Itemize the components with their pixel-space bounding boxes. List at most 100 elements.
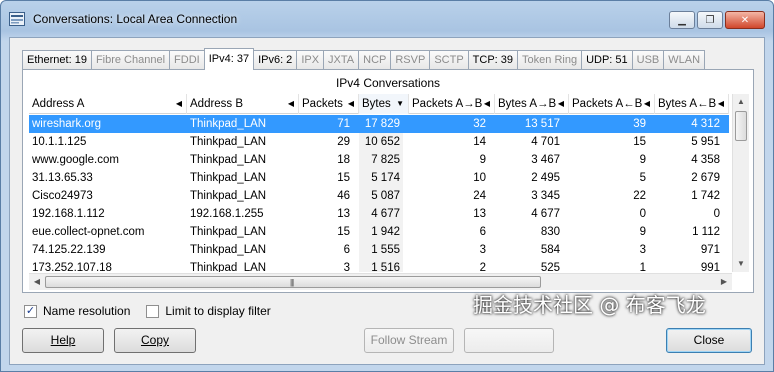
cell-address-b: Thinkpad_LAN <box>190 244 267 256</box>
table-row[interactable]: wireshark.org Thinkpad_LAN 71 17 829 32 13 51… <box>29 115 729 133</box>
tab-token-ring[interactable]: Token Ring <box>517 50 583 70</box>
cell-bytes-a-b: 5 951 <box>691 136 720 148</box>
tab-ncp[interactable]: NCP <box>358 50 392 70</box>
tab-udp-51[interactable]: UDP: 51 <box>581 50 633 70</box>
cell-address-b: Thinkpad_LAN <box>190 226 267 238</box>
copy-label: Copy <box>140 333 169 347</box>
cell-bytes: 1 555 <box>359 241 403 259</box>
window-controls: ▁ ❐ ✕ <box>669 11 765 29</box>
table-row[interactable]: 173.252.107.18 Thinkpad_LAN 3 1 516 2 525 1 991 <box>29 259 729 272</box>
cell-address-a: 74.125.22.139 <box>32 244 106 256</box>
cell-bytes: 1 516 <box>359 259 403 272</box>
cell-bytes: 5 174 <box>359 169 403 187</box>
watermark-text: 掘金技术社区 @ 布客飞龙 <box>473 293 706 317</box>
column-header-bytes-a-b[interactable]: Bytes A←B ◀ <box>655 94 729 114</box>
limit-to-filter-checkbox[interactable]: Limit to display filter <box>146 304 271 318</box>
cell-address-b: Thinkpad_LAN <box>190 154 267 166</box>
cell-bytes-a-b: 4 358 <box>691 154 720 166</box>
column-header-bytes-a-b[interactable]: Bytes A→B ◀ <box>495 94 569 114</box>
column-header-bytes[interactable]: Bytes ▼ <box>359 94 409 114</box>
horizontal-scroll-thumb[interactable]: ||| <box>45 276 541 288</box>
table-header: Address A ◀ Address B ◀ Packets ◀ Bytes ▼ Packet… <box>29 94 729 114</box>
tab-usb[interactable]: USB <box>631 50 665 70</box>
maximize-icon: ❐ <box>705 14 715 26</box>
tab-ethernet-19[interactable]: Ethernet: 19 <box>22 50 92 70</box>
cell-bytes-a-b: 2 679 <box>691 172 720 184</box>
cell-address-a: 173.252.107.18 <box>32 262 112 272</box>
table-row[interactable]: 192.168.1.112 192.168.1.255 13 4 677 13 4 677… <box>29 205 729 223</box>
tab-rsvp[interactable]: RSVP <box>390 50 431 70</box>
minimize-icon: ▁ <box>678 14 686 26</box>
cell-packets-a-b: 3 <box>479 244 486 256</box>
tab-jxta[interactable]: JXTA <box>323 50 360 70</box>
column-header-label: Bytes A→B <box>498 98 557 110</box>
column-header-address-a[interactable]: Address A ◀ <box>29 94 187 114</box>
display-options: ✓ Name resolution Limit to display filte… <box>24 304 271 318</box>
column-header-label: Packets <box>302 98 343 110</box>
window-title: Conversations: Local Area Connection <box>33 12 238 26</box>
table-row[interactable]: 10.1.1.125 Thinkpad_LAN 29 10 652 14 4 701 15 5… <box>29 133 729 151</box>
close-window-button[interactable]: ✕ <box>725 11 765 29</box>
cell-bytes-a-b: 4 701 <box>531 136 560 148</box>
table-row[interactable]: 74.125.22.139 Thinkpad_LAN 6 1 555 3 584 3 971 <box>29 241 729 259</box>
table-row[interactable]: Cisco24973 Thinkpad_LAN 46 5 087 24 3 345 22 1 … <box>29 187 729 205</box>
sort-arrow-icon: ◀ <box>557 99 564 108</box>
copy-button[interactable]: Copy <box>114 328 196 353</box>
tab-tcp-39[interactable]: TCP: 39 <box>467 50 519 70</box>
title-bar[interactable]: Conversations: Local Area Connection ▁ ❐… <box>1 1 773 37</box>
tab-sctp[interactable]: SCTP <box>429 50 469 70</box>
table-row[interactable]: eue.collect-opnet.com Thinkpad_LAN 15 1 942… <box>29 223 729 241</box>
column-header-packets-a-b[interactable]: Packets A→B ◀ <box>409 94 495 114</box>
name-resolution-checkbox[interactable]: ✓ Name resolution <box>24 304 130 318</box>
close-button[interactable]: Close <box>666 328 752 353</box>
vertical-scroll-thumb[interactable] <box>735 111 747 141</box>
vertical-scrollbar[interactable]: ▲ ▼ <box>732 94 749 272</box>
sort-arrow-icon: ◀ <box>287 99 294 108</box>
minimize-button[interactable]: ▁ <box>669 11 695 29</box>
checkbox-empty-icon[interactable] <box>146 304 160 318</box>
horizontal-scrollbar[interactable]: ◀ ||| ▶ <box>29 273 732 290</box>
ipv4-conversations-panel: IPv4 Conversations Address A ◀ Address B ◀ P… <box>22 69 754 293</box>
cell-bytes-a-b: 2 495 <box>531 172 560 184</box>
cell-address-a: Cisco24973 <box>32 190 93 202</box>
grip-icon: ||| <box>290 278 294 287</box>
limit-to-filter-label: Limit to display filter <box>165 304 271 318</box>
graph-button[interactable] <box>464 328 554 353</box>
cell-packets: 71 <box>337 118 350 130</box>
help-button[interactable]: Help <box>22 328 104 353</box>
panel-title: IPv4 Conversations <box>335 76 441 90</box>
sort-arrow-icon: ◀ <box>483 99 490 108</box>
tab-ipv6-2[interactable]: IPv6: 2 <box>253 50 298 70</box>
scroll-down-icon[interactable]: ▼ <box>733 256 749 272</box>
close-label: Close <box>693 333 725 347</box>
scroll-right-icon[interactable]: ▶ <box>716 274 732 290</box>
cell-address-a: 31.13.65.33 <box>32 172 93 184</box>
cell-packets: 15 <box>337 172 350 184</box>
cell-bytes-a-b: 3 467 <box>531 154 560 166</box>
column-header-address-b[interactable]: Address B ◀ <box>187 94 299 114</box>
tab-ipx[interactable]: IPX <box>296 50 325 70</box>
cell-bytes-a-b: 13 517 <box>524 118 560 130</box>
cell-bytes-a-b: 525 <box>540 262 560 272</box>
cell-bytes: 10 652 <box>359 133 403 151</box>
column-header-label: Bytes <box>362 98 391 110</box>
cell-packets-a-b: 1 <box>639 262 646 272</box>
tab-ipv4-37[interactable]: IPv4: 37 <box>203 48 255 70</box>
table-row[interactable]: 31.13.65.33 Thinkpad_LAN 15 5 174 10 2 495 5 2 … <box>29 169 729 187</box>
sort-arrow-icon: ◀ <box>643 99 650 108</box>
follow-stream-button[interactable]: Follow Stream <box>364 328 454 353</box>
cell-address-a: www.google.com <box>32 154 119 166</box>
maximize-button[interactable]: ❐ <box>697 11 723 29</box>
scroll-left-icon[interactable]: ◀ <box>29 274 45 290</box>
tab-wlan[interactable]: WLAN <box>663 50 706 70</box>
column-header-packets-a-b[interactable]: Packets A←B ◀ <box>569 94 655 114</box>
tab-fibre-channel[interactable]: Fibre Channel <box>90 50 171 70</box>
cell-address-a: 10.1.1.125 <box>32 136 87 148</box>
table-row[interactable]: www.google.com Thinkpad_LAN 18 7 825 9 3 467 9… <box>29 151 729 169</box>
cell-bytes: 5 087 <box>359 187 403 205</box>
sort-arrow-icon: ◀ <box>175 99 182 108</box>
column-header-packets[interactable]: Packets ◀ <box>299 94 359 114</box>
tab-fddi[interactable]: FDDI <box>169 50 205 70</box>
scroll-up-icon[interactable]: ▲ <box>733 94 749 110</box>
checkbox-checked-icon[interactable]: ✓ <box>24 304 37 318</box>
